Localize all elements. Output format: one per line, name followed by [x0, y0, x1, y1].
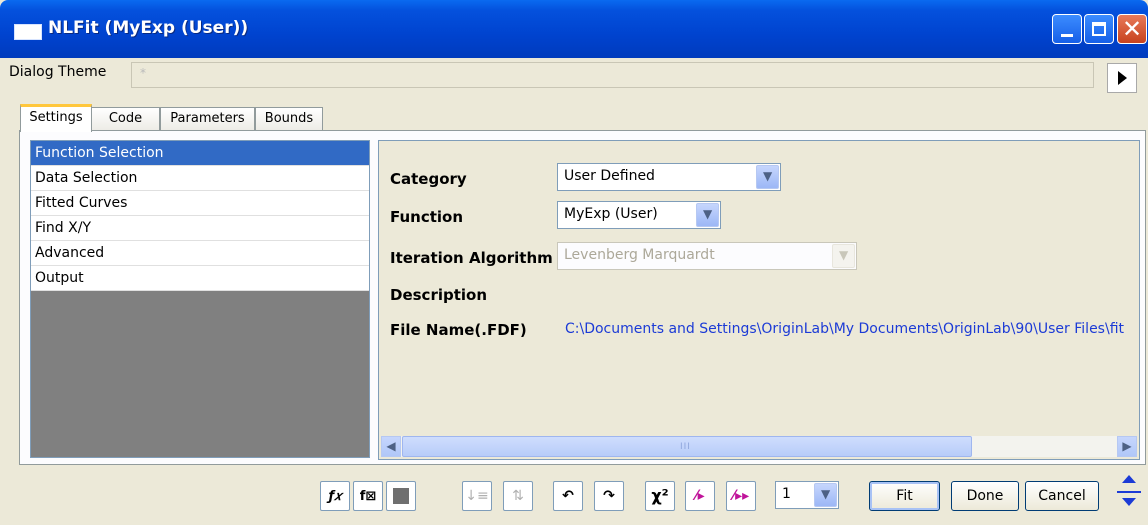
grip-icon: III [680, 442, 691, 452]
sort-down-icon: ↓≡ [465, 488, 489, 504]
sort-up-button[interactable]: ⇅ [503, 481, 533, 511]
fx-icon: f⊠ [359, 489, 377, 504]
sort-down-button[interactable]: ↓≡ [462, 481, 492, 511]
chevron-right-icon: ▶ [1122, 439, 1132, 453]
window-title: NLFit (MyExp (User)) [48, 18, 249, 38]
dropdown-button[interactable]: ▼ [756, 165, 779, 189]
done-button[interactable]: Done [951, 481, 1019, 511]
minimize-button[interactable] [1052, 14, 1082, 44]
function-selection-panel: Category User Defined ▼ Function MyExp (… [378, 140, 1140, 460]
redo-button[interactable]: ↷ [594, 481, 624, 511]
fit-until-converged-icon: ⁄▸▸ [732, 488, 750, 504]
nlfit-dialog: NLFit (MyExp (User)) ✕ Dialog Theme * Se… [0, 0, 1148, 525]
iteration-algorithm-label: Iteration Algorithm [390, 249, 553, 267]
scroll-right-button[interactable]: ▶ [1117, 436, 1137, 457]
dropdown-button: ▼ [832, 244, 855, 268]
iteration-count-value: 1 [782, 486, 791, 502]
function-builder-button[interactable]: ƒ𝑥 [320, 481, 350, 511]
save-icon [393, 488, 409, 504]
file-name-label: File Name(.FDF) [390, 321, 527, 339]
fx-button[interactable]: f⊠ [353, 481, 383, 511]
file-name-value: C:\Documents and Settings\OriginLab\My D… [565, 321, 1124, 337]
triangle-down-icon [1122, 498, 1136, 506]
function-value: MyExp (User) [564, 206, 658, 222]
nav-item-find-xy[interactable]: Find X/Y [31, 216, 369, 241]
save-button[interactable] [386, 481, 416, 511]
nav-item-advanced[interactable]: Advanced [31, 241, 369, 266]
nav-item-data-selection[interactable]: Data Selection [31, 166, 369, 191]
fit-until-converged-button[interactable]: ⁄▸▸ [726, 481, 756, 511]
nav-item-fitted-curves[interactable]: Fitted Curves [31, 191, 369, 216]
triangle-right-icon [1118, 71, 1127, 85]
function-builder-icon: ƒ𝑥 [328, 489, 342, 504]
iteration-algorithm-value: Levenberg Marquardt [564, 247, 715, 263]
chi-square-button[interactable]: χ² [645, 481, 675, 511]
function-select[interactable]: MyExp (User) ▼ [557, 201, 721, 229]
chevron-down-icon: ▼ [821, 487, 831, 501]
window-icon [14, 24, 42, 40]
fit-button[interactable]: Fit [869, 481, 940, 511]
one-iteration-icon: ⁄▸ [695, 488, 705, 504]
chevron-down-icon: ▼ [763, 169, 773, 183]
dialog-theme-combo[interactable]: * [131, 62, 1094, 88]
settings-nav-list: Function Selection Data Selection Fitted… [30, 140, 370, 458]
tab-settings[interactable]: Settings [20, 104, 92, 132]
tab-bounds[interactable]: Bounds [255, 107, 323, 131]
redo-icon: ↷ [603, 488, 615, 504]
dialog-theme-label: Dialog Theme [9, 64, 107, 80]
chevron-left-icon: ◀ [386, 439, 396, 453]
iteration-algorithm-select: Levenberg Marquardt ▼ [557, 242, 857, 270]
collapse-button[interactable] [1117, 472, 1141, 490]
chi-square-icon: χ² [651, 486, 669, 505]
chevron-down-icon: ▼ [839, 248, 849, 262]
triangle-up-icon [1122, 475, 1136, 483]
tab-code[interactable]: Code [91, 107, 160, 131]
cancel-button[interactable]: Cancel [1025, 481, 1099, 511]
description-label: Description [390, 286, 488, 304]
nav-item-output[interactable]: Output [31, 266, 369, 291]
category-label: Category [390, 170, 467, 188]
scroll-thumb[interactable]: III [402, 436, 972, 457]
tab-parameters[interactable]: Parameters [160, 107, 255, 131]
expand-button[interactable] [1117, 494, 1141, 512]
divider [1117, 491, 1141, 493]
dialog-theme-value: * [140, 66, 146, 80]
undo-button[interactable]: ↶ [553, 481, 583, 511]
undo-icon: ↶ [562, 488, 574, 504]
dropdown-button[interactable]: ▼ [814, 483, 837, 507]
theme-menu-button[interactable] [1107, 63, 1137, 93]
minimize-icon [1061, 34, 1073, 37]
close-icon: ✕ [1122, 15, 1143, 43]
one-iteration-button[interactable]: ⁄▸ [685, 481, 715, 511]
nav-item-function-selection[interactable]: Function Selection [31, 141, 369, 166]
close-button[interactable]: ✕ [1117, 14, 1147, 44]
category-value: User Defined [564, 168, 655, 184]
sort-up-icon: ⇅ [512, 488, 524, 504]
horizontal-scrollbar[interactable]: ◀ III ▶ [381, 436, 1137, 457]
chevron-down-icon: ▼ [703, 207, 713, 221]
scroll-left-button[interactable]: ◀ [381, 436, 401, 457]
maximize-button[interactable] [1084, 14, 1114, 44]
iteration-count-select[interactable]: 1 ▼ [775, 481, 839, 509]
function-label: Function [390, 208, 464, 226]
maximize-icon [1092, 22, 1106, 36]
title-bar: NLFit (MyExp (User)) ✕ [0, 0, 1148, 58]
dropdown-button[interactable]: ▼ [696, 203, 719, 227]
category-select[interactable]: User Defined ▼ [557, 163, 781, 191]
